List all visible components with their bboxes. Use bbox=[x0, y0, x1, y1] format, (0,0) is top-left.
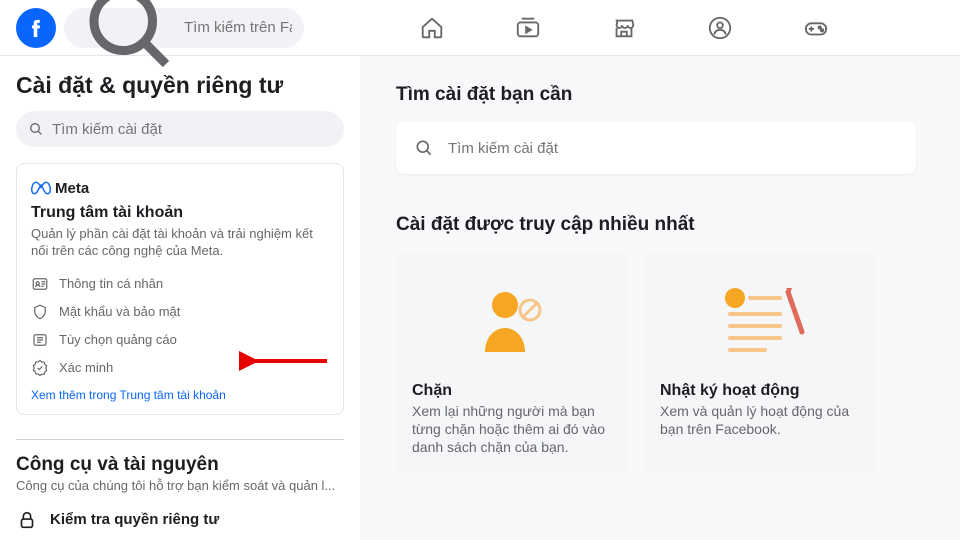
search-icon bbox=[28, 121, 44, 137]
settings-sidebar: Cài đặt & quyền riêng tư Meta Trung tâm … bbox=[0, 56, 360, 540]
card-title: Nhật ký hoạt động bbox=[660, 382, 860, 400]
most-visited-title: Cài đặt được truy cập nhiều nhất bbox=[396, 214, 960, 236]
id-card-icon bbox=[31, 275, 49, 293]
divider bbox=[16, 439, 344, 440]
facebook-logo[interactable] bbox=[16, 8, 56, 48]
meta-card-title: Trung tâm tài khoản bbox=[31, 204, 329, 222]
meta-item-personal-info[interactable]: Thông tin cá nhân bbox=[31, 270, 329, 298]
tool-privacy-checkup[interactable]: Kiểm tra quyền riêng tư bbox=[16, 503, 344, 537]
nav-video-icon[interactable] bbox=[514, 14, 542, 42]
tools-section-desc: Công cụ của chúng tôi hỗ trợ bạn kiểm so… bbox=[16, 478, 344, 493]
card-activity-log[interactable]: Nhật ký hoạt động Xem và quản lý hoạt độ… bbox=[644, 252, 876, 473]
nav-groups-icon[interactable] bbox=[706, 14, 734, 42]
top-bar bbox=[0, 0, 960, 56]
main-search[interactable] bbox=[396, 122, 916, 174]
sidebar-title: Cài đặt & quyền riêng tư bbox=[16, 72, 344, 99]
meta-brand-label: Meta bbox=[55, 180, 89, 197]
meta-item-verification[interactable]: Xác minh bbox=[31, 354, 329, 382]
top-nav bbox=[304, 14, 944, 42]
main-content: Tìm cài đặt bạn cần Cài đặt được truy cậ… bbox=[360, 56, 960, 540]
lock-icon bbox=[16, 509, 38, 531]
meta-item-label: Tùy chọn quảng cáo bbox=[59, 332, 177, 347]
meta-item-ad-preferences[interactable]: Tùy chọn quảng cáo bbox=[31, 326, 329, 354]
meta-accounts-center-card: Meta Trung tâm tài khoản Quản lý phần cà… bbox=[16, 163, 344, 415]
activity-log-illustration bbox=[660, 270, 860, 370]
nav-marketplace-icon[interactable] bbox=[610, 14, 638, 42]
nav-home-icon[interactable] bbox=[418, 14, 446, 42]
meta-item-password-security[interactable]: Mật khẩu và bảo mật bbox=[31, 298, 329, 326]
global-search[interactable] bbox=[64, 8, 304, 48]
verified-icon bbox=[31, 359, 49, 377]
meta-item-label: Xác minh bbox=[59, 360, 113, 375]
card-block[interactable]: Chặn Xem lại những người mà bạn từng chặ… bbox=[396, 252, 628, 473]
meta-item-label: Thông tin cá nhân bbox=[59, 276, 163, 291]
card-title: Chặn bbox=[412, 382, 612, 400]
meta-see-more-link[interactable]: Xem thêm trong Trung tâm tài khoản bbox=[31, 388, 226, 402]
global-search-input[interactable] bbox=[184, 19, 292, 36]
tool-item-label: Kiểm tra quyền riêng tư bbox=[50, 511, 219, 528]
meta-logo-icon bbox=[31, 178, 51, 198]
meta-item-label: Mật khẩu và bảo mật bbox=[59, 304, 180, 319]
sidebar-search-input[interactable] bbox=[52, 121, 332, 138]
meta-card-desc: Quản lý phần cài đặt tài khoản và trải n… bbox=[31, 226, 329, 260]
main-search-input[interactable] bbox=[448, 140, 898, 157]
settings-cards: Chặn Xem lại những người mà bạn từng chặ… bbox=[396, 252, 960, 473]
sidebar-search[interactable] bbox=[16, 111, 344, 147]
card-desc: Xem và quản lý hoạt động của bạn trên Fa… bbox=[660, 402, 860, 438]
find-settings-title: Tìm cài đặt bạn cần bbox=[396, 84, 960, 106]
search-icon bbox=[414, 138, 434, 158]
shield-icon bbox=[31, 303, 49, 321]
card-desc: Xem lại những người mà bạn từng chặn hoặ… bbox=[412, 402, 612, 457]
nav-gaming-icon[interactable] bbox=[802, 14, 830, 42]
tools-section-title: Công cụ và tài nguyên bbox=[16, 454, 344, 476]
ads-icon bbox=[31, 331, 49, 349]
block-illustration bbox=[412, 270, 612, 370]
meta-brand: Meta bbox=[31, 178, 329, 198]
